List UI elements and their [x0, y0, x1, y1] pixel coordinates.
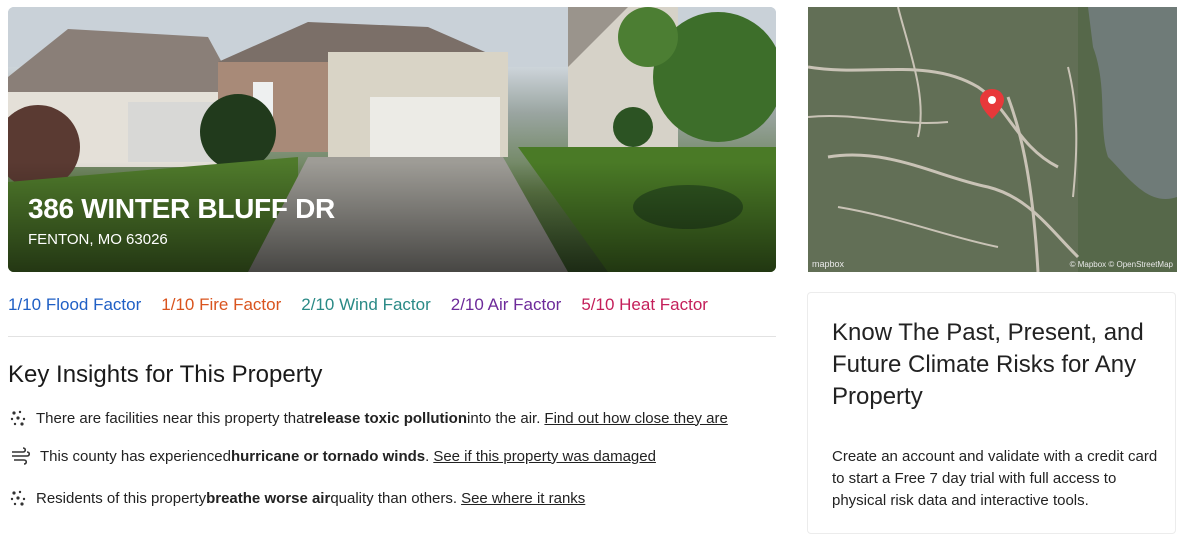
risk-factors: 1/10 Flood Factor 1/10 Fire Factor 2/10 …: [8, 295, 708, 315]
wind-damage-link[interactable]: See if this property was damaged: [433, 448, 656, 465]
insight-wind-damage: This county has experienced hurricane or…: [8, 447, 656, 465]
insight-toxic-pollution: There are facilities near this property …: [8, 409, 728, 427]
air-factor-link[interactable]: 2/10 Air Factor: [451, 295, 562, 315]
insight-air-quality: Residents of this property breathe worse…: [8, 489, 585, 507]
map-illustration: [808, 7, 1177, 272]
address-street: 386 WINTER BLUFF DR: [28, 193, 335, 224]
satellite-map[interactable]: mapbox © Mapbox © OpenStreetMap: [808, 7, 1177, 272]
promo-title: Know The Past, Present, and Future Clima…: [832, 319, 1144, 410]
mapbox-logo[interactable]: mapbox: [812, 259, 844, 269]
promo-body: Create an account and validate with a cr…: [832, 448, 1158, 509]
wind-icon: [12, 447, 31, 465]
climate-risk-promo-card: Know The Past, Present, and Future Clima…: [807, 292, 1176, 534]
heat-factor-link[interactable]: 5/10 Heat Factor: [581, 295, 708, 315]
address-city: FENTON, MO 63026: [28, 231, 168, 248]
flood-factor-link[interactable]: 1/10 Flood Factor: [8, 295, 141, 315]
toxic-pollution-link[interactable]: Find out how close they are: [544, 410, 727, 427]
wind-factor-link[interactable]: 2/10 Wind Factor: [301, 295, 430, 315]
section-divider: [8, 336, 776, 337]
property-photo: 386 WINTER BLUFF DR FENTON, MO 63026: [8, 7, 776, 272]
particles-icon: [10, 490, 26, 506]
particles-icon: [10, 410, 26, 426]
map-attribution[interactable]: © Mapbox © OpenStreetMap: [1070, 260, 1173, 269]
fire-factor-link[interactable]: 1/10 Fire Factor: [161, 295, 281, 315]
air-quality-link[interactable]: See where it ranks: [461, 490, 585, 507]
insights-heading: Key Insights for This Property: [8, 361, 323, 388]
